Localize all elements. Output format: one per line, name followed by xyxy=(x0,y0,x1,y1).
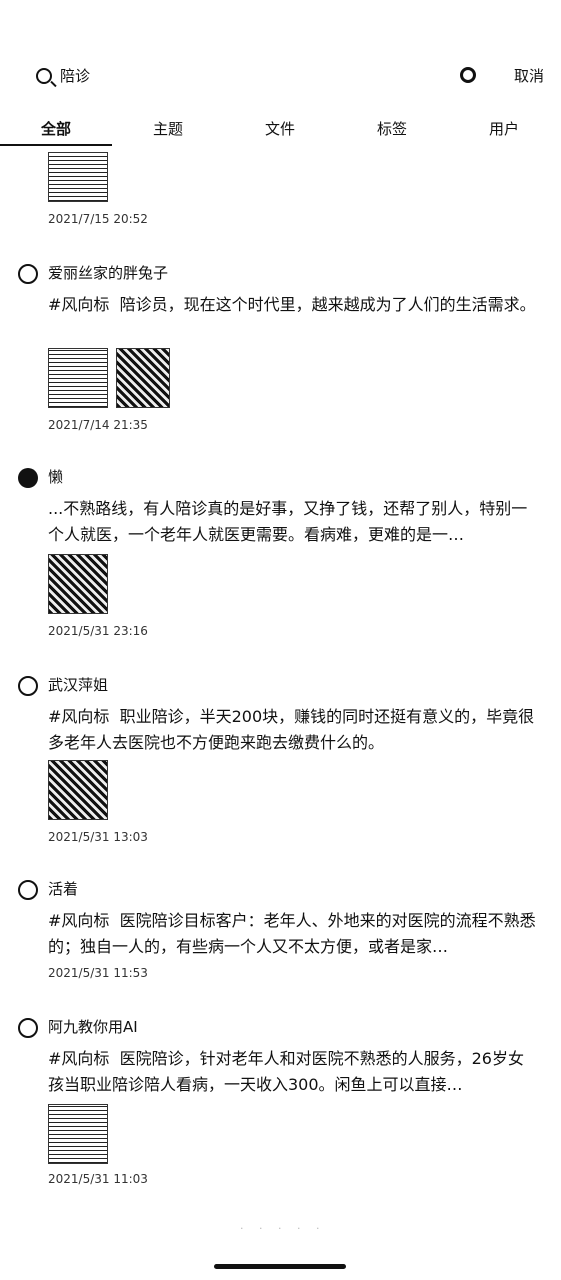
avatar xyxy=(18,468,38,488)
post-thumbnail[interactable] xyxy=(48,152,108,202)
search-bar[interactable]: 陪诊 取消 xyxy=(0,56,561,96)
post-author[interactable]: 阿九教你用AI xyxy=(48,1016,138,1037)
search-input[interactable]: 陪诊 xyxy=(60,65,90,86)
tab-files[interactable]: 文件 xyxy=(240,118,320,139)
record-icon[interactable] xyxy=(460,67,476,83)
post-content: #风向标 医院陪诊目标客户：老年人、外地来的对医院的流程不熟悉的；独自一人的，有… xyxy=(48,911,536,956)
avatar xyxy=(18,1018,38,1038)
post-thumbnail[interactable] xyxy=(48,1104,108,1164)
avatar xyxy=(18,880,38,900)
tab-bar: 全部 主题 文件 标签 用户 xyxy=(0,110,561,146)
post-date: 2021/7/14 21:35 xyxy=(48,418,148,432)
post-date: 2021/5/31 23:16 xyxy=(48,624,148,638)
post-content: ...不熟路线，有人陪诊真的是好事，又挣了钱，还帮了别人，特别一个人就医，一个老… xyxy=(48,499,528,544)
loading-indicator: · · · · · xyxy=(240,1222,326,1235)
search-icon xyxy=(36,68,52,84)
tab-topics[interactable]: 主题 xyxy=(128,118,208,139)
post-content: #风向标 职业陪诊，半天200块，赚钱的同时还挺有意义的，毕竟很多老年人去医院也… xyxy=(48,707,535,752)
tab-users[interactable]: 用户 xyxy=(464,118,544,139)
tab-all[interactable]: 全部 xyxy=(16,118,96,139)
post-date: 2021/5/31 13:03 xyxy=(48,830,148,844)
post-thumbnail[interactable] xyxy=(48,554,108,614)
avatar xyxy=(18,676,38,696)
active-tab-indicator xyxy=(0,144,112,146)
post-author[interactable]: 武汉萍姐 xyxy=(48,674,108,695)
post-author[interactable]: 懒 xyxy=(48,466,63,487)
post-thumbnail[interactable] xyxy=(48,760,108,820)
post-content: #风向标 医院陪诊，针对老年人和对医院不熟悉的人服务，26岁女孩当职业陪诊陪人看… xyxy=(48,1049,524,1094)
cancel-button[interactable]: 取消 xyxy=(514,65,544,86)
post-thumbnail[interactable] xyxy=(48,348,108,408)
post-date: 2021/7/15 20:52 xyxy=(48,212,148,226)
post-thumbnail[interactable] xyxy=(116,348,170,408)
avatar xyxy=(18,264,38,284)
tab-tags[interactable]: 标签 xyxy=(352,118,432,139)
home-indicator[interactable] xyxy=(214,1264,346,1269)
post-author[interactable]: 爱丽丝家的胖兔子 xyxy=(48,262,168,283)
post-date: 2021/5/31 11:53 xyxy=(48,966,148,980)
post-content: #风向标 陪诊员，现在这个时代里，越来越成为了人们的生活需求。 xyxy=(48,295,536,314)
post-date: 2021/5/31 11:03 xyxy=(48,1172,148,1186)
post-author[interactable]: 活着 xyxy=(48,878,78,899)
